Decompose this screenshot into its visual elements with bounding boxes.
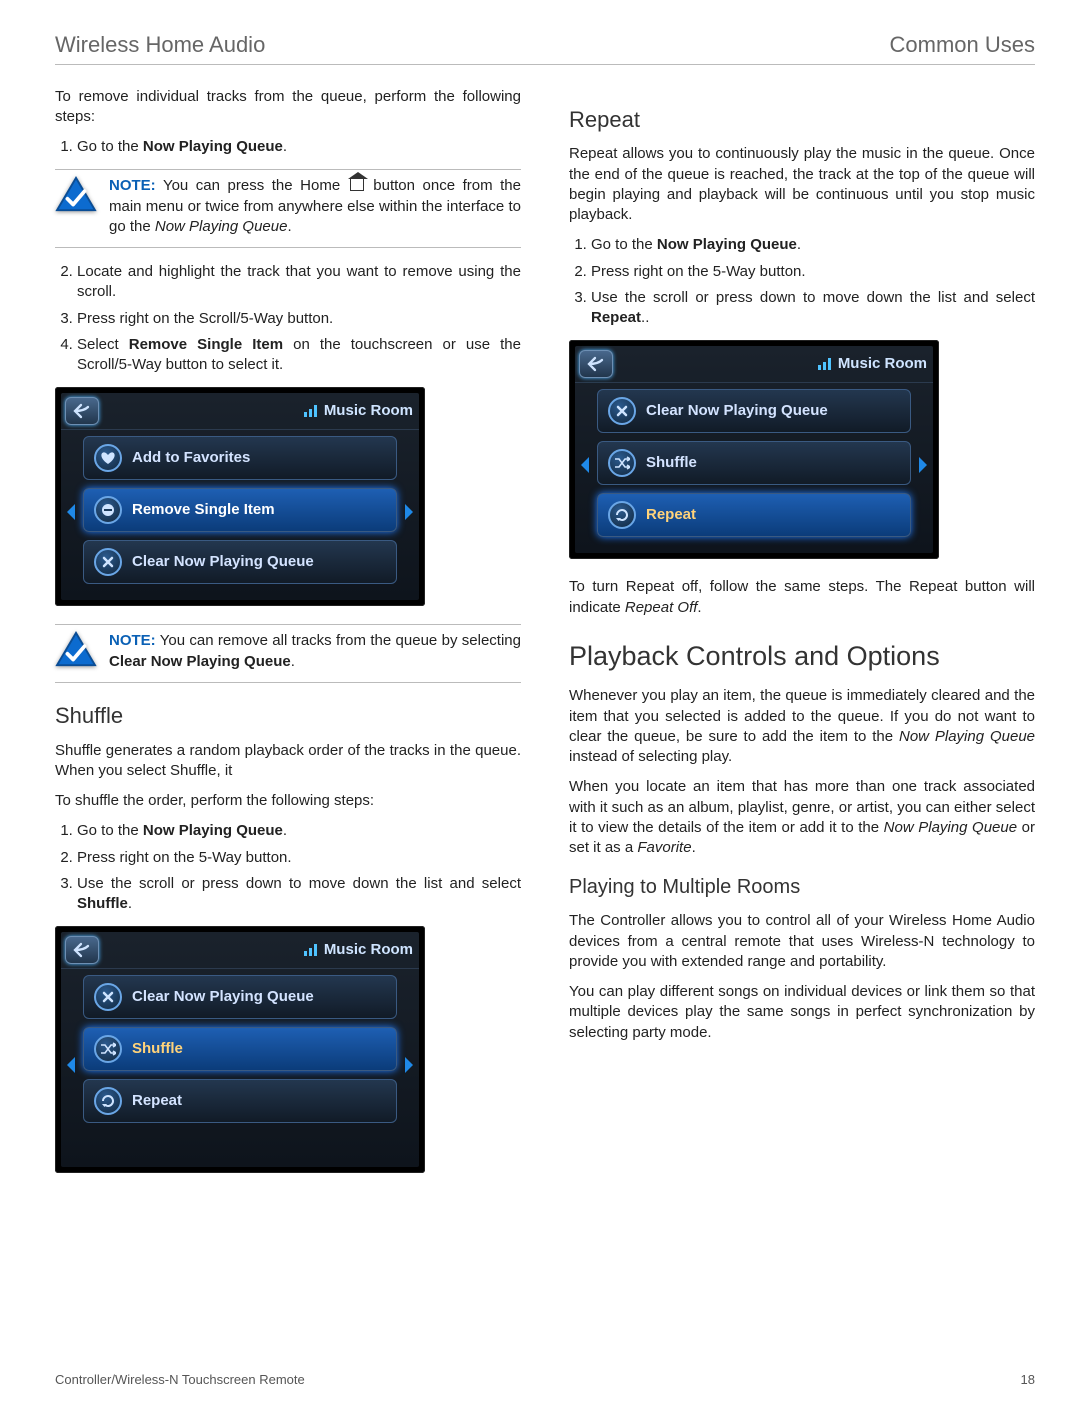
multiple-rooms-heading: Playing to Multiple Rooms xyxy=(569,874,1035,901)
back-arrow-icon xyxy=(586,356,606,372)
list-item: Locate and highlight the track that you … xyxy=(77,262,521,303)
menu-item-repeat[interactable]: Repeat xyxy=(83,1079,397,1123)
menu-item-favorites[interactable]: Add to Favorites xyxy=(83,436,397,480)
signal-icon xyxy=(304,944,318,956)
header-right: Common Uses xyxy=(890,30,1035,60)
remove-steps-cont: Locate and highlight the track that you … xyxy=(77,262,521,375)
back-button[interactable] xyxy=(65,936,99,964)
screen-title: Music Room xyxy=(304,940,413,960)
menu-item-repeat[interactable]: Repeat xyxy=(597,493,911,537)
shuffle-icon xyxy=(608,449,636,477)
body-text: Whenever you play an item, the queue is … xyxy=(569,686,1035,767)
scroll-left-arrow[interactable] xyxy=(575,383,593,547)
playback-controls-heading: Playback Controls and Options xyxy=(569,638,1035,674)
page-header: Wireless Home Audio Common Uses xyxy=(55,30,1035,65)
note-box: NOTE: You can remove all tracks from the… xyxy=(55,624,521,683)
chevron-left-icon xyxy=(579,457,589,473)
touchscreen-mock: Music Room Clear Now Playing Queue Shuff… xyxy=(569,340,939,559)
list-item: Go to the Now Playing Queue. xyxy=(77,137,521,157)
menu-item-clear-queue[interactable]: Clear Now Playing Queue xyxy=(83,975,397,1019)
body-text: To shuffle the order, perform the follow… xyxy=(55,791,521,811)
heart-icon xyxy=(94,444,122,472)
page-footer: Controller/Wireless-N Touchscreen Remote… xyxy=(55,1371,1035,1389)
body-text: To turn Repeat off, follow the same step… xyxy=(569,577,1035,618)
chevron-left-icon xyxy=(65,504,75,520)
list-item: Press right on the Scroll/5-Way button. xyxy=(77,309,521,329)
remove-icon xyxy=(94,496,122,524)
close-icon xyxy=(94,548,122,576)
repeat-icon xyxy=(94,1087,122,1115)
body-text: The Controller allows you to control all… xyxy=(569,911,1035,972)
scroll-left-arrow[interactable] xyxy=(61,430,79,594)
back-arrow-icon xyxy=(72,942,92,958)
left-column: To remove individual tracks from the que… xyxy=(55,87,521,1192)
body-text: Shuffle generates a random playback orde… xyxy=(55,741,521,782)
footer-left: Controller/Wireless-N Touchscreen Remote xyxy=(55,1371,305,1389)
right-column: Repeat Repeat allows you to continuously… xyxy=(569,87,1035,1192)
scroll-right-arrow[interactable] xyxy=(401,430,419,594)
page-number: 18 xyxy=(1021,1371,1035,1389)
intro-text: To remove individual tracks from the que… xyxy=(55,87,521,128)
back-arrow-icon xyxy=(72,403,92,419)
note-text: NOTE: You can press the Home button once… xyxy=(109,176,521,237)
remove-steps: Go to the Now Playing Queue. xyxy=(77,137,521,157)
header-left: Wireless Home Audio xyxy=(55,30,265,60)
note-box: NOTE: You can press the Home button once… xyxy=(55,169,521,248)
check-triangle-icon xyxy=(55,176,97,214)
chevron-right-icon xyxy=(405,1057,415,1073)
body-text: You can play different songs on individu… xyxy=(569,982,1035,1043)
shuffle-heading: Shuffle xyxy=(55,701,521,731)
signal-icon xyxy=(818,358,832,370)
repeat-icon xyxy=(608,501,636,529)
note-text: NOTE: You can remove all tracks from the… xyxy=(109,631,521,672)
signal-icon xyxy=(304,405,318,417)
repeat-heading: Repeat xyxy=(569,105,1035,135)
scroll-left-arrow[interactable] xyxy=(61,969,79,1161)
list-item: Use the scroll or press down to move dow… xyxy=(591,288,1035,329)
menu-item-remove-single[interactable]: Remove Single Item xyxy=(83,488,397,532)
back-button[interactable] xyxy=(579,350,613,378)
chevron-left-icon xyxy=(65,1057,75,1073)
menu-item-shuffle[interactable]: Shuffle xyxy=(83,1027,397,1071)
menu-item-clear-queue[interactable]: Clear Now Playing Queue xyxy=(83,540,397,584)
list-item: Select Remove Single Item on the touchsc… xyxy=(77,335,521,376)
repeat-steps: Go to the Now Playing Queue. Press right… xyxy=(591,235,1035,328)
close-icon xyxy=(94,983,122,1011)
body-text: When you locate an item that has more th… xyxy=(569,777,1035,858)
list-item: Go to the Now Playing Queue. xyxy=(591,235,1035,255)
menu-item-shuffle[interactable]: Shuffle xyxy=(597,441,911,485)
home-icon xyxy=(350,179,364,191)
check-triangle-icon xyxy=(55,631,97,669)
touchscreen-mock: Music Room Clear Now Playing Queue Shuff… xyxy=(55,926,425,1173)
list-item: Use the scroll or press down to move dow… xyxy=(77,874,521,915)
shuffle-steps: Go to the Now Playing Queue. Press right… xyxy=(77,821,521,914)
list-item: Press right on the 5-Way button. xyxy=(77,848,521,868)
screen-title: Music Room xyxy=(304,401,413,421)
close-icon xyxy=(608,397,636,425)
menu-item-clear-queue[interactable]: Clear Now Playing Queue xyxy=(597,389,911,433)
list-item: Go to the Now Playing Queue. xyxy=(77,821,521,841)
list-item: Press right on the 5-Way button. xyxy=(591,262,1035,282)
body-text: Repeat allows you to continuously play t… xyxy=(569,144,1035,225)
shuffle-icon xyxy=(94,1035,122,1063)
back-button[interactable] xyxy=(65,397,99,425)
screen-title: Music Room xyxy=(818,354,927,374)
scroll-right-arrow[interactable] xyxy=(401,969,419,1161)
touchscreen-mock: Music Room Add to Favorites xyxy=(55,387,425,606)
scroll-right-arrow[interactable] xyxy=(915,383,933,547)
chevron-right-icon xyxy=(405,504,415,520)
chevron-right-icon xyxy=(919,457,929,473)
